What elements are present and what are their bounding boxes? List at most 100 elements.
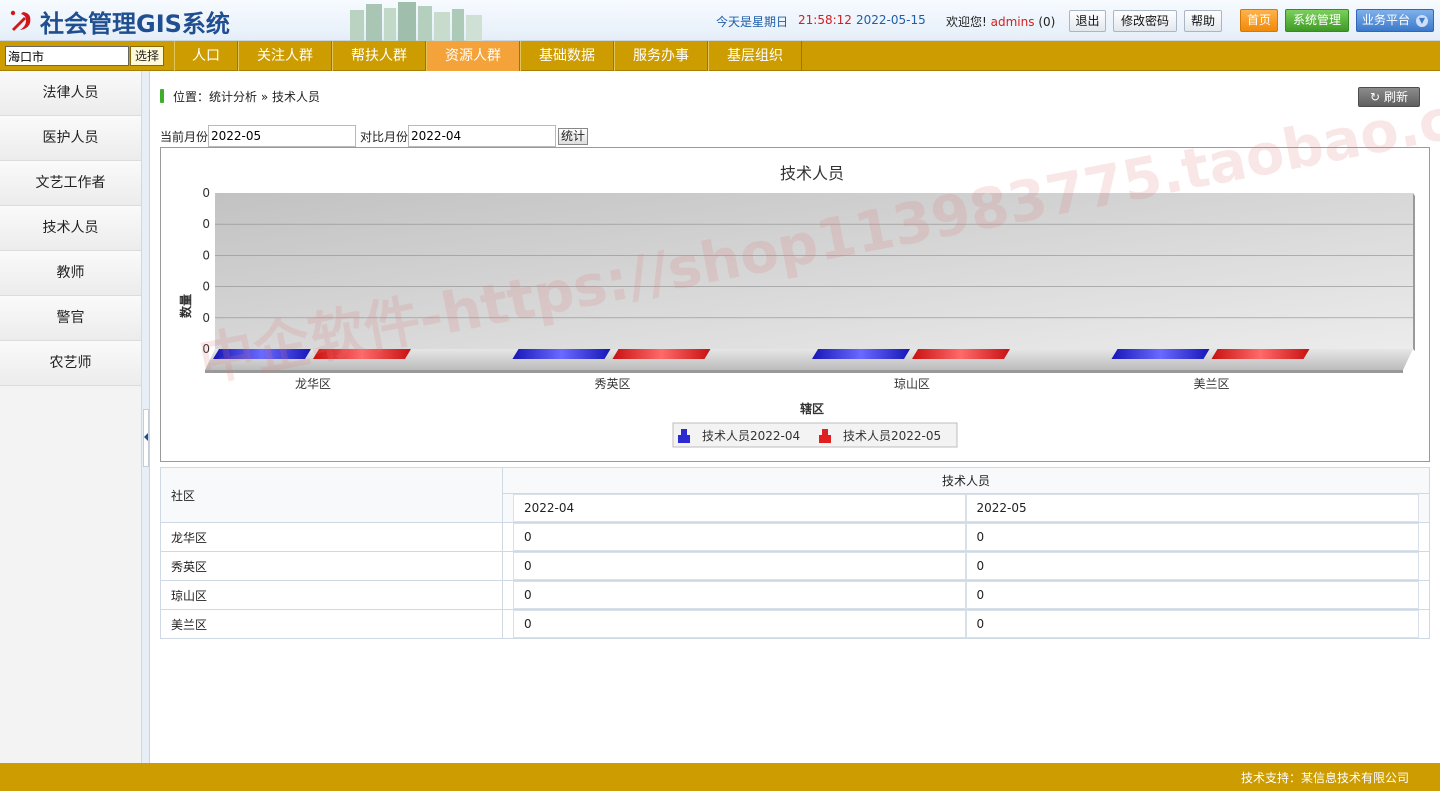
chart-panel: 技术人员 0 0 0 0 0 0 龙华区 秀英区 琼山区 美兰区 辖区 数量 技术人员2022-… [160,69,1440,462]
message-count[interactable]: (0) [1038,15,1055,29]
sidebar-item-legal[interactable]: 法律人员 [0,71,141,116]
sidebar-splitter[interactable] [142,71,150,763]
chart-title: 技术人员 [780,164,844,183]
footer: 技术支持：某信息技术有限公司 [0,763,1440,791]
bar-series2-0 [313,349,411,359]
y-tick-label: 0 [202,280,210,294]
x-tick-label: 美兰区 [1193,377,1229,391]
home-button[interactable]: 首页 [1240,9,1278,32]
row-value: 0 [513,581,966,609]
row-name: 秀英区 [160,551,503,581]
plot-floor-edge [205,370,1403,373]
x-axis-label: 辖区 [800,401,824,416]
nav-tab-population[interactable]: 人口 [174,41,238,71]
stat-button[interactable]: 统计 [558,127,589,145]
today-label: 今天是星期日 [716,15,789,29]
row-value: 0 [513,610,966,638]
row-cell: 0 [965,522,1430,552]
refresh-button[interactable]: ↻ 刷新 [1358,87,1420,107]
legend-swatch-base-2 [819,435,831,443]
x-tick-label: 琼山区 [894,376,930,391]
sidebar-item-technicians[interactable]: 技术人员 [0,206,141,251]
compare-month-input[interactable] [408,125,557,147]
clock-time: 21:58:12 [798,13,852,27]
month-header-1-label: 2022-04 [513,494,966,522]
app-title: 社会管理GIS系统 [40,9,230,38]
city-select-button[interactable]: 选择 [130,46,164,66]
business-platform-label: 业务平台 [1362,13,1411,27]
plot-side-wall [1413,193,1415,351]
community-header: 社区 [160,467,503,523]
row-cell: 0 [965,609,1430,639]
sidebar-item-teachers[interactable]: 教师 [0,251,141,296]
row-cell: 0 [502,580,966,610]
stats-table: 社区 技术人员 2022-04 2022-05 龙华区 0 0 秀英区 0 0 … [160,467,1430,639]
collapse-sidebar-handle[interactable] [143,409,149,467]
y-axis-label: 数量 [178,294,193,318]
sidebar-item-medical[interactable]: 医护人员 [0,116,141,161]
current-date: 2022-05-15 [856,13,926,27]
bar-series1-1 [512,349,611,359]
refresh-icon: ↻ [1370,90,1381,104]
y-tick-label: 0 [202,342,210,356]
sidebar-item-police[interactable]: 警官 [0,296,141,341]
change-password-button[interactable]: 修改密码 [1113,10,1177,32]
chevron-down-icon: ▼ [1416,15,1428,27]
sidebar-item-agronomists[interactable]: 农艺师 [0,341,141,386]
table-row: 龙华区 0 0 [160,522,1430,552]
nav-tab-grassroots[interactable]: 基层组织 [708,41,802,71]
nav-tab-basic-data[interactable]: 基础数据 [520,41,614,71]
row-value: 0 [965,552,1419,580]
compare-month-label: 对比月份 [360,129,409,144]
row-name: 琼山区 [160,580,503,610]
y-tick-label: 0 [202,217,210,231]
username[interactable]: admins [991,15,1035,29]
main-nav: 选择 人口 关注人群 帮扶人群 资源人群 基础数据 服务办事 基层组织 [0,41,1440,71]
group-header: 技术人员 [502,467,1430,494]
legend-swatch-base-1 [678,435,690,443]
month-header-2-label: 2022-05 [965,494,1419,522]
system-admin-button[interactable]: 系统管理 [1285,9,1349,32]
legend-label-1: 技术人员2022-04 [702,429,800,443]
nav-tab-focus-groups[interactable]: 关注人群 [238,41,332,71]
current-month-input[interactable] [208,125,357,147]
y-tick-label: 0 [202,311,210,325]
row-value: 0 [965,523,1419,551]
x-tick-label: 龙华区 [295,377,331,391]
main-content: 位置：统计分析 » 技术人员 ↻ 刷新 当前月份 对比月份 统计 [151,69,1440,763]
plot-back-wall [215,193,1413,349]
breadcrumb-marker [160,89,164,103]
refresh-label: 刷新 [1383,90,1408,104]
current-month-label: 当前月份 [160,129,209,144]
nav-tab-assistance-groups[interactable]: 帮扶人群 [332,41,426,71]
tech-support-text: 技术支持：某信息技术有限公司 [1240,771,1409,785]
legend-label-2: 技术人员2022-05 [843,429,941,443]
party-emblem-icon [6,7,34,35]
bar-series1-0 [213,349,311,359]
month-filter: 当前月份 对比月份 统计 [160,125,589,147]
month-header-2: 2022-05 [965,493,1430,523]
table-row: 秀英区 0 0 [160,551,1430,581]
nav-tab-services[interactable]: 服务办事 [614,41,708,71]
business-platform-button[interactable]: 业务平台 ▼ [1356,9,1434,32]
bar-chart: 技术人员 0 0 0 0 0 0 龙华区 秀英区 琼山区 美兰区 辖区 数量 技术人员2022-… [178,164,1415,448]
bar-series2-1 [612,349,711,359]
row-cell: 0 [502,522,966,552]
sidebar-item-artists[interactable]: 文艺工作者 [0,161,141,206]
row-value: 0 [513,552,966,580]
row-value: 0 [513,523,966,551]
top-header: 社会管理GIS系统 今天是星期日 21:58:12 2022-05-15 欢迎您… [0,0,1440,41]
table-row: 琼山区 0 0 [160,580,1430,610]
row-cell: 0 [502,609,966,639]
logout-button[interactable]: 退出 [1069,10,1106,32]
chart-legend: 技术人员2022-04 技术人员2022-05 [672,422,958,448]
city-input[interactable] [5,46,129,66]
nav-tab-resource-groups[interactable]: 资源人群 [426,41,520,71]
month-header-1: 2022-04 [502,493,966,523]
bar-series1-2 [812,349,910,359]
y-tick-label: 0 [202,248,210,262]
row-cell: 0 [502,551,966,581]
sidebar: 法律人员 医护人员 文艺工作者 技术人员 教师 警官 农艺师 [0,71,142,763]
help-button[interactable]: 帮助 [1184,10,1222,32]
y-tick-label: 0 [202,186,210,200]
